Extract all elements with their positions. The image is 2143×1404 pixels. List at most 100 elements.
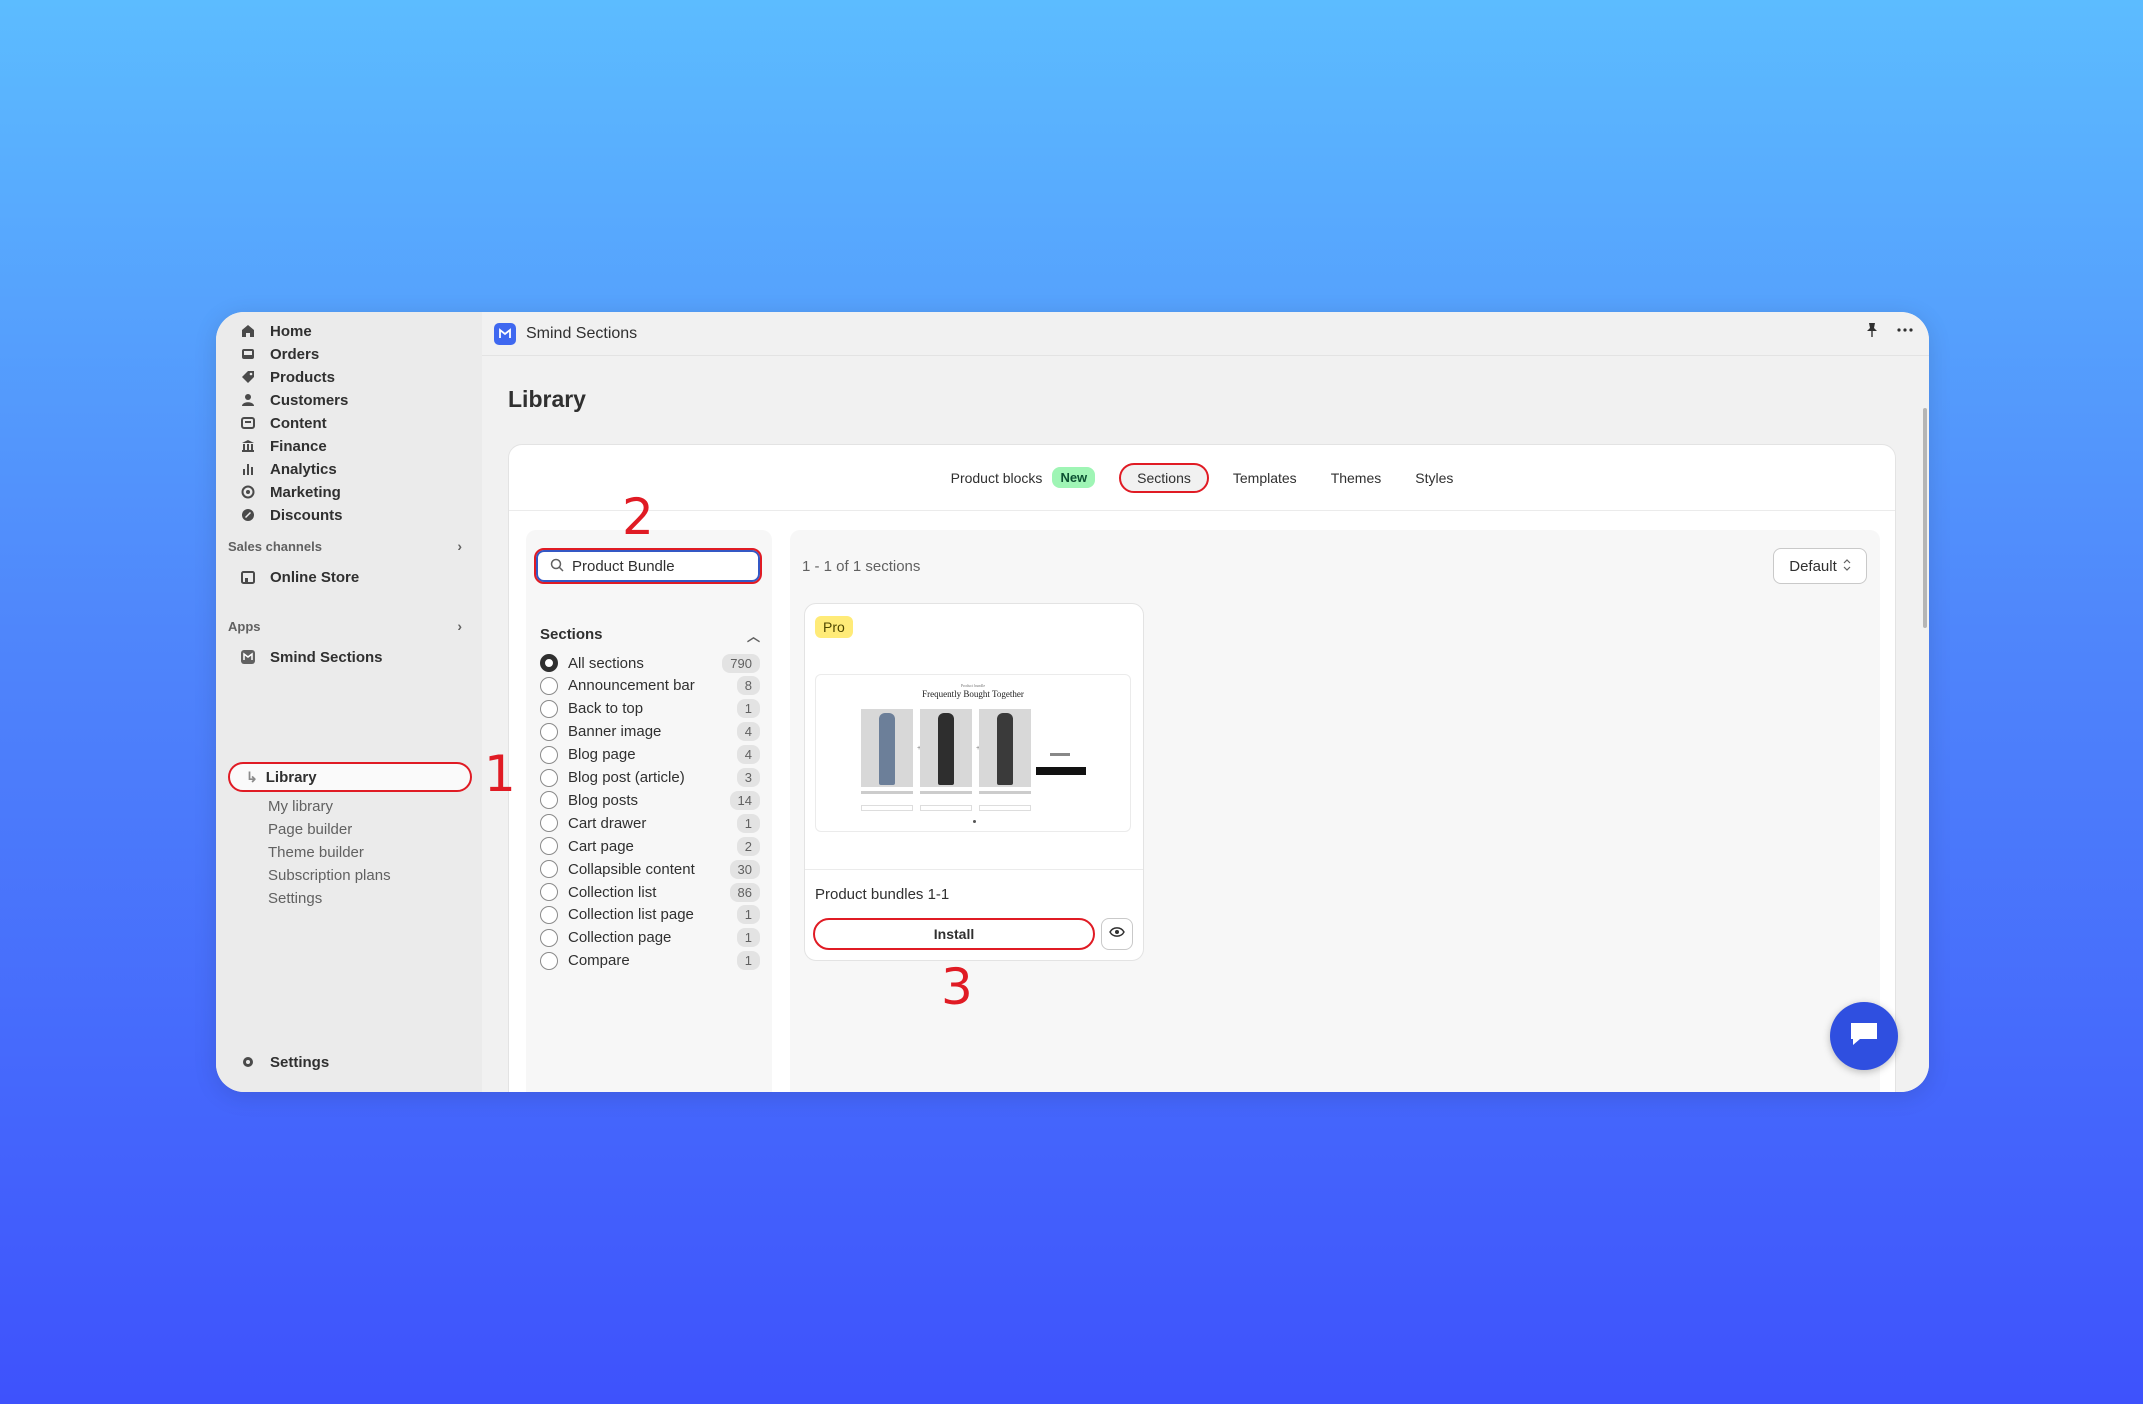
sidebar-item-settings[interactable]: Settings (228, 1047, 468, 1077)
chat-icon (1848, 1020, 1880, 1053)
sidebar-item-label: Smind Sections (270, 648, 383, 666)
tab-product-blocks[interactable]: Product blocks New (941, 461, 1106, 494)
filter-option-label: Cart page (568, 837, 634, 855)
tab-themes[interactable]: Themes (1321, 464, 1392, 492)
install-button[interactable]: Install (813, 918, 1095, 950)
home-icon (240, 323, 256, 339)
sales-channels-header[interactable]: Sales channels › (228, 534, 468, 558)
filter-option-count: 2 (736, 836, 760, 856)
radio-button[interactable] (540, 905, 558, 924)
search-field[interactable] (534, 548, 762, 584)
filter-option-count: 4 (736, 745, 760, 765)
tab-styles[interactable]: Styles (1405, 464, 1463, 492)
radio-button[interactable] (540, 654, 558, 672)
apps-header[interactable]: Apps › (228, 614, 468, 638)
branch-icon: ↳ (246, 768, 258, 785)
filter-option[interactable]: Compare 1 (540, 948, 760, 974)
radio-button[interactable] (540, 768, 558, 787)
preview-button[interactable] (1101, 918, 1133, 950)
smind-logo-icon (240, 649, 256, 665)
radio-button[interactable] (540, 791, 558, 810)
search-input[interactable] (572, 557, 742, 575)
radio-button[interactable] (540, 928, 558, 947)
eye-icon (1109, 925, 1125, 943)
annotation-number: 2 (622, 488, 654, 546)
sidebar-item-label: Content (270, 414, 327, 432)
scrollbar[interactable] (1923, 408, 1927, 628)
search-icon (550, 558, 564, 575)
discount-icon (240, 507, 256, 523)
more-options-icon[interactable] (1897, 322, 1913, 343)
radio-button[interactable] (540, 860, 558, 879)
person-icon (240, 392, 256, 408)
sort-select[interactable]: Default (1773, 548, 1867, 584)
radio-button[interactable] (540, 745, 558, 764)
tag-icon (240, 369, 256, 385)
annotation-number: 1 (484, 745, 516, 803)
content-icon (240, 415, 256, 431)
filter-option-label: Blog posts (568, 791, 639, 809)
radio-button[interactable] (540, 722, 558, 741)
section-name: Product bundles 1-1 (815, 886, 950, 903)
bar-chart-icon (240, 461, 256, 477)
variant-select (861, 805, 913, 811)
radio-button[interactable] (540, 883, 558, 901)
page-title: Library (508, 386, 586, 412)
sidebar-item-label: Library (265, 768, 317, 786)
filter-option-label: Collapsible content (568, 860, 695, 878)
filter-option-label: All sections (568, 654, 644, 672)
filter-option-count: 1 (736, 699, 760, 719)
sidebar-item-label: Settings (270, 1053, 330, 1071)
sidebar-item-discounts[interactable]: Discounts (228, 500, 468, 530)
radio-button[interactable] (540, 837, 558, 856)
sidebar-item-smind-sections[interactable]: Smind Sections (228, 642, 468, 672)
sidebar-item-label: Analytics (270, 460, 337, 478)
store-icon (240, 569, 256, 585)
section-card[interactable]: Pro Product bundle Frequently Bought Tog… (804, 603, 1144, 961)
sidebar-item-app-settings[interactable]: Settings (268, 885, 322, 911)
filter-heading: Sections (540, 626, 603, 643)
filter-option-count: 14 (729, 790, 760, 810)
sidebar-item-library[interactable]: ↳ Library (228, 762, 472, 792)
section-preview-image[interactable]: Product bundle Frequently Bought Togethe… (815, 674, 1131, 832)
radio-button[interactable] (540, 951, 558, 970)
radio-button[interactable] (540, 676, 558, 695)
filter-option-label: Cart drawer (568, 814, 647, 832)
bank-icon (240, 438, 256, 454)
filter-option-count: 790 (722, 653, 760, 673)
radio-button[interactable] (540, 699, 558, 718)
filter-option-count: 8 (736, 676, 760, 696)
apps-label: Apps (228, 618, 261, 634)
app-header: Smind Sections (482, 312, 1929, 356)
library-tabs: Product blocks New Sections Templates Th… (509, 445, 1895, 511)
radio-button[interactable] (540, 814, 558, 833)
sections-filter-header[interactable]: Sections ︿ (540, 626, 760, 645)
sales-channels-label: Sales channels (228, 538, 322, 554)
preview-title: Frequently Bought Together (922, 689, 1024, 699)
filter-option-label: Blog post (article) (568, 769, 685, 786)
filter-option-label: Collection list (568, 883, 657, 901)
tab-sections[interactable]: Sections (1119, 462, 1209, 493)
filter-option-count: 1 (736, 905, 760, 925)
new-badge: New (1052, 467, 1096, 488)
pagination-dot (973, 820, 976, 823)
filter-option-label: Collection page (568, 929, 672, 947)
product-caption (861, 791, 913, 794)
filter-option-label: Banner image (568, 723, 662, 741)
tab-templates[interactable]: Templates (1223, 464, 1307, 492)
pin-icon[interactable] (1865, 322, 1879, 343)
sidebar-item-label: Orders (270, 345, 320, 363)
filter-option-count: 4 (736, 722, 760, 742)
chevron-right-icon: › (457, 538, 462, 554)
chat-button[interactable] (1830, 1002, 1898, 1070)
sidebar: Home Orders Products Customers Content F… (216, 312, 482, 1092)
product-caption (979, 791, 1031, 794)
sidebar-item-label: Discounts (270, 506, 343, 524)
variant-select (979, 805, 1031, 811)
product-photo (920, 709, 972, 787)
filter-option-label: Announcement bar (568, 677, 695, 695)
add-bundle-button (1036, 767, 1086, 775)
chevron-up-icon: ︿ (746, 629, 760, 644)
sidebar-item-label: Finance (270, 437, 327, 455)
sidebar-item-online-store[interactable]: Online Store (228, 562, 468, 592)
